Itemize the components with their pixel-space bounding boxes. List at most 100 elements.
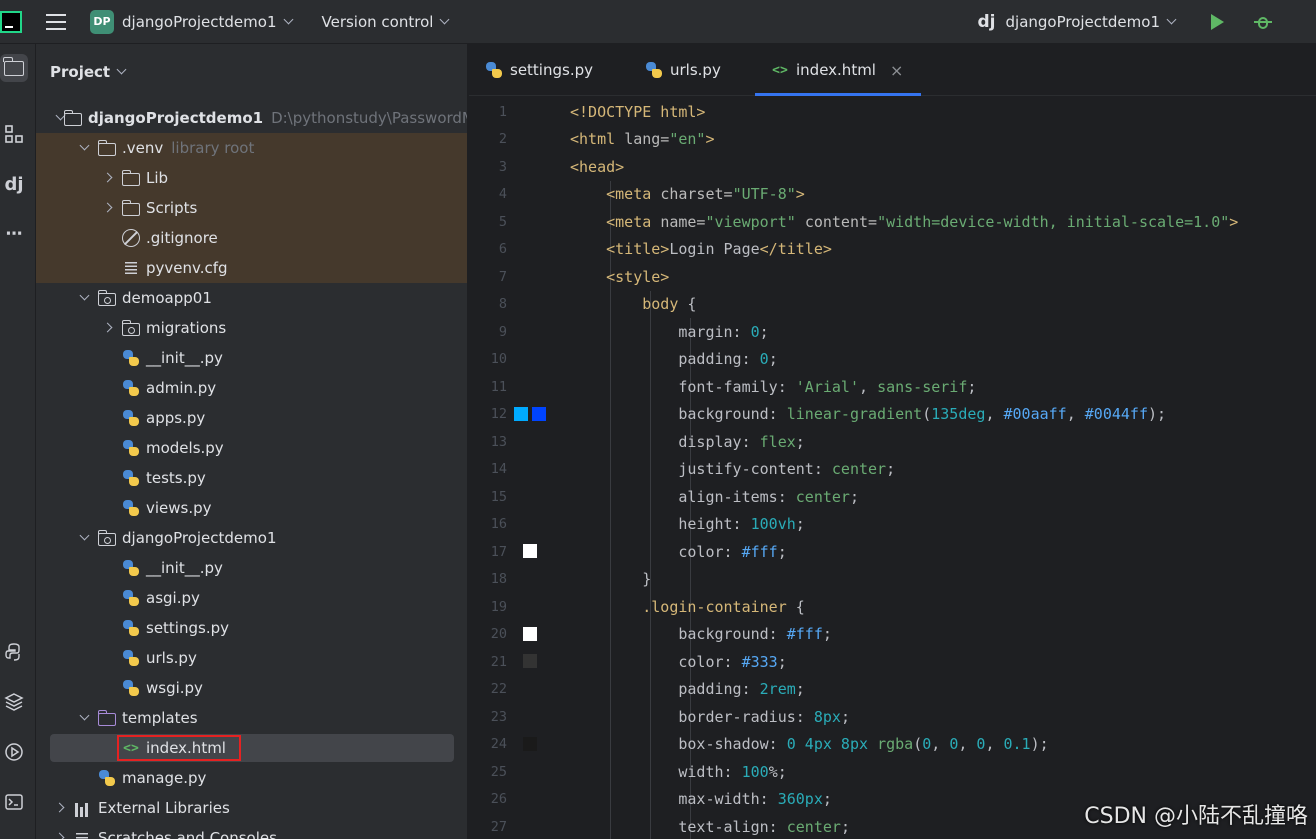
tree-item[interactable]: models.py [36, 433, 467, 463]
python-console-button[interactable] [0, 638, 28, 666]
code-line: 11 font-family: 'Arial', sans-serif; [469, 373, 1316, 401]
tab-settings-py[interactable]: settings.py [485, 44, 593, 96]
line-number: 3 [498, 158, 507, 175]
color-swatch-icon[interactable] [523, 654, 537, 668]
code-text: box-shadow: 0 4px 8px rgba(0, 0, 0, 0.1)… [678, 735, 1049, 754]
line-number: 21 [490, 653, 507, 670]
chevron-down-icon[interactable] [283, 14, 293, 24]
tree-item[interactable]: <> index.html [36, 733, 467, 763]
chevron-down-icon[interactable] [116, 64, 127, 75]
django-tool-button[interactable]: dj [0, 170, 28, 198]
chevron-down-icon[interactable] [80, 293, 90, 303]
tree-item[interactable]: demoapp01 [36, 283, 467, 313]
tab-urls-py[interactable]: urls.py [645, 44, 721, 96]
python-file-icon [122, 379, 140, 397]
python-file-icon [122, 499, 140, 517]
chevron-right-icon[interactable] [56, 803, 66, 813]
structure-tool-button[interactable] [0, 120, 28, 148]
line-number: 18 [490, 571, 507, 588]
tree-item[interactable]: __init__.py [36, 553, 467, 583]
tree-item[interactable]: apps.py [36, 403, 467, 433]
tree-item[interactable]: External Libraries [36, 793, 467, 823]
panel-title[interactable]: Project [50, 63, 110, 81]
code-line: 8 body { [469, 291, 1316, 319]
services-tool-button[interactable] [0, 738, 28, 766]
more-tools-button[interactable]: ⋯ [0, 220, 28, 248]
structure-icon [5, 125, 23, 143]
code-text: padding: 0; [678, 350, 778, 369]
project-panel-header[interactable]: Project [36, 44, 467, 100]
project-tool-button[interactable] [0, 54, 28, 82]
tree-item[interactable]: Scratches and Consoles [36, 823, 467, 839]
chevron-right-icon[interactable] [104, 173, 114, 183]
code-editor[interactable]: 1 <!DOCTYPE html> 2 <html lang="en"> 3 <head>… [469, 96, 1316, 839]
code-line: 24 box-shadow: 0 4px 8px rgba(0, 0, 0, 0… [469, 731, 1316, 759]
tree-item[interactable]: tests.py [36, 463, 467, 493]
django-icon: dj [977, 12, 996, 32]
chevron-down-icon[interactable] [80, 533, 90, 543]
chevron-down-icon[interactable] [80, 713, 90, 723]
line-number: 23 [490, 708, 507, 725]
version-control-menu[interactable]: Version control [322, 13, 434, 31]
tree-item[interactable]: views.py [36, 493, 467, 523]
tree-item-label: External Libraries [98, 799, 230, 817]
tree-item[interactable]: djangoProjectdemo1 D:\pythonstudy\Passwor… [36, 103, 467, 133]
chevron-down-icon[interactable] [1166, 14, 1177, 25]
pycharm-logo-icon[interactable] [0, 10, 22, 33]
color-swatch-icon[interactable] [532, 406, 546, 421]
tree-item[interactable]: pyvenv.cfg [36, 253, 467, 283]
tree-item[interactable]: admin.py [36, 373, 467, 403]
chevron-right-icon[interactable] [104, 323, 114, 333]
tree-item[interactable]: asgi.py [36, 583, 467, 613]
project-badge[interactable]: DP [90, 9, 114, 34]
layers-tool-button[interactable] [0, 688, 28, 716]
main-menu-icon[interactable] [46, 13, 66, 30]
tree-item[interactable]: wsgi.py [36, 673, 467, 703]
debug-icon[interactable] [1254, 13, 1272, 31]
close-icon[interactable]: × [890, 61, 903, 80]
code-line: 25 width: 100%; [469, 758, 1316, 786]
tree-item[interactable]: settings.py [36, 613, 467, 643]
color-swatch-icon[interactable] [523, 736, 537, 751]
code-text: .login-container { [642, 597, 805, 616]
line-number: 9 [498, 323, 507, 340]
tree-item[interactable]: Lib [36, 163, 467, 193]
chevron-down-icon[interactable] [80, 143, 90, 153]
terminal-tool-button[interactable] [0, 788, 28, 816]
line-number: 7 [498, 268, 507, 285]
tree-item-label: admin.py [146, 379, 217, 397]
line-number: 11 [490, 378, 507, 395]
chevron-down-icon[interactable] [439, 14, 450, 24]
code-line: 20 background: #fff; [469, 621, 1316, 649]
tree-item[interactable]: urls.py [36, 643, 467, 673]
tree-item[interactable]: __init__.py [36, 343, 467, 373]
tree-item[interactable]: migrations [36, 313, 467, 343]
code-text: width: 100%; [678, 762, 787, 781]
chevron-right-icon[interactable] [104, 203, 114, 213]
code-line: 15 align-items: center; [469, 483, 1316, 511]
line-number: 16 [490, 516, 507, 533]
html-file-icon: <> [772, 62, 788, 78]
tree-item[interactable]: djangoProjectdemo1 [36, 523, 467, 553]
tab-label: settings.py [510, 61, 593, 79]
more-icon: ⋯ [5, 224, 23, 244]
tree-item[interactable]: templates [36, 703, 467, 733]
python-file-icon [485, 61, 503, 79]
code-text: <head> [570, 157, 625, 176]
color-swatch-icon[interactable] [514, 406, 528, 421]
chevron-right-icon[interactable] [56, 833, 66, 839]
run-configuration-selector[interactable]: djangoProjectdemo1 [1006, 13, 1161, 31]
tree-item[interactable]: Scripts [36, 193, 467, 223]
tree-item[interactable]: .gitignore [36, 223, 467, 253]
tree-item[interactable]: .venv library root [36, 133, 467, 163]
tree-item[interactable]: manage.py [36, 763, 467, 793]
run-icon[interactable] [1211, 14, 1224, 30]
code-line: 7 <style> [469, 263, 1316, 291]
tree-item-label: Lib [146, 169, 169, 187]
code-text: max-width: 360px; [678, 790, 832, 809]
color-swatch-icon[interactable] [523, 544, 537, 558]
tab-index-html[interactable]: <> index.html × [754, 44, 922, 96]
color-swatch-icon[interactable] [523, 626, 537, 641]
services-icon [5, 743, 23, 761]
project-selector[interactable]: djangoProjectdemo1 [122, 13, 277, 31]
